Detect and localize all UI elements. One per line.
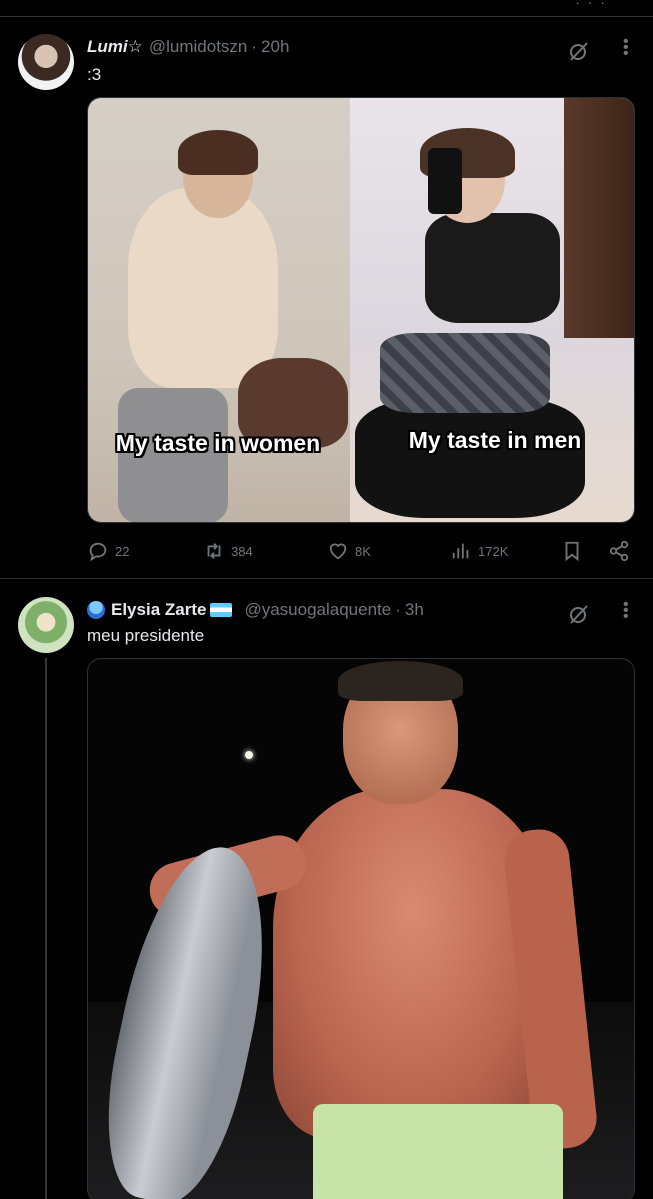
tweet-lumi[interactable]: Lumi☆ @lumidotszn · 20h • • • :3 My taste …	[0, 17, 653, 579]
top-more-icon[interactable]: · · ·	[575, 0, 607, 10]
timestamp[interactable]: 20h	[261, 37, 289, 57]
more-icon[interactable]: • • •	[623, 34, 629, 62]
share-button[interactable]	[608, 540, 630, 562]
thread-line	[45, 658, 47, 1199]
repost-count: 384	[231, 543, 253, 559]
photo-figure	[178, 130, 258, 175]
bookmark-icon	[565, 541, 579, 562]
display-name[interactable]: Lumi☆	[87, 37, 143, 57]
reply-icon	[89, 542, 107, 562]
tweet-text: meu presidente	[87, 626, 205, 645]
views-button[interactable]: 172K	[450, 540, 508, 562]
display-name[interactable]: Elysia Zarte	[111, 600, 206, 620]
retweet-icon	[207, 543, 221, 559]
repost-button[interactable]: 384	[203, 540, 253, 562]
views-icon	[452, 543, 469, 559]
separator: ·	[395, 600, 401, 619]
trans-flag-icon	[210, 603, 233, 617]
cloud-emoji-icon	[87, 601, 105, 619]
meme-caption-left: My taste in women	[115, 430, 321, 456]
user-handle[interactable]: @lumidotszn	[149, 37, 248, 57]
reply-count: 22	[115, 543, 130, 559]
avatar[interactable]	[18, 34, 74, 90]
like-icon	[329, 543, 347, 560]
photo-phone	[428, 148, 463, 214]
share-icon	[609, 540, 629, 562]
like-button[interactable]: 8K	[327, 540, 371, 562]
tweet-actions: 22 384 8K 172K	[87, 540, 632, 564]
avatar[interactable]	[18, 597, 74, 653]
meme-caption-right: My taste in men	[408, 427, 582, 453]
photo-light	[245, 751, 253, 759]
photo-door	[564, 98, 634, 338]
media-right-panel: My taste in men	[350, 98, 634, 522]
views-count: 172K	[478, 543, 509, 559]
reply-button[interactable]: 22	[87, 540, 129, 562]
tweet-media[interactable]	[87, 658, 635, 1199]
bookmark-button[interactable]	[561, 540, 583, 562]
photo-figure	[355, 398, 586, 518]
photo-figure	[128, 188, 278, 388]
user-handle[interactable]: @yasuogalaquente	[244, 600, 391, 620]
like-count: 8K	[355, 543, 371, 559]
tweet-header: Elysia Zarte @yasuogalaquente · 3h	[87, 600, 424, 620]
more-icon[interactable]: • • •	[623, 597, 629, 625]
tweet-media[interactable]: My taste in women My taste in men	[87, 97, 635, 523]
timestamp[interactable]: 3h	[405, 600, 424, 620]
grok-icon[interactable]	[567, 39, 591, 63]
grok-icon[interactable]	[567, 602, 591, 626]
photo-man-hair	[338, 661, 463, 701]
photo-figure	[425, 213, 561, 323]
photo-man-shorts	[313, 1104, 563, 1199]
tweet-elysia[interactable]: Elysia Zarte @yasuogalaquente · 3h • • • m…	[0, 580, 653, 1199]
tweet-text: :3	[87, 65, 102, 84]
media-left-panel: My taste in women	[88, 98, 351, 522]
tweet-header: Lumi☆ @lumidotszn · 20h	[87, 37, 289, 57]
photo-figure	[380, 333, 551, 413]
separator: ·	[251, 37, 258, 56]
